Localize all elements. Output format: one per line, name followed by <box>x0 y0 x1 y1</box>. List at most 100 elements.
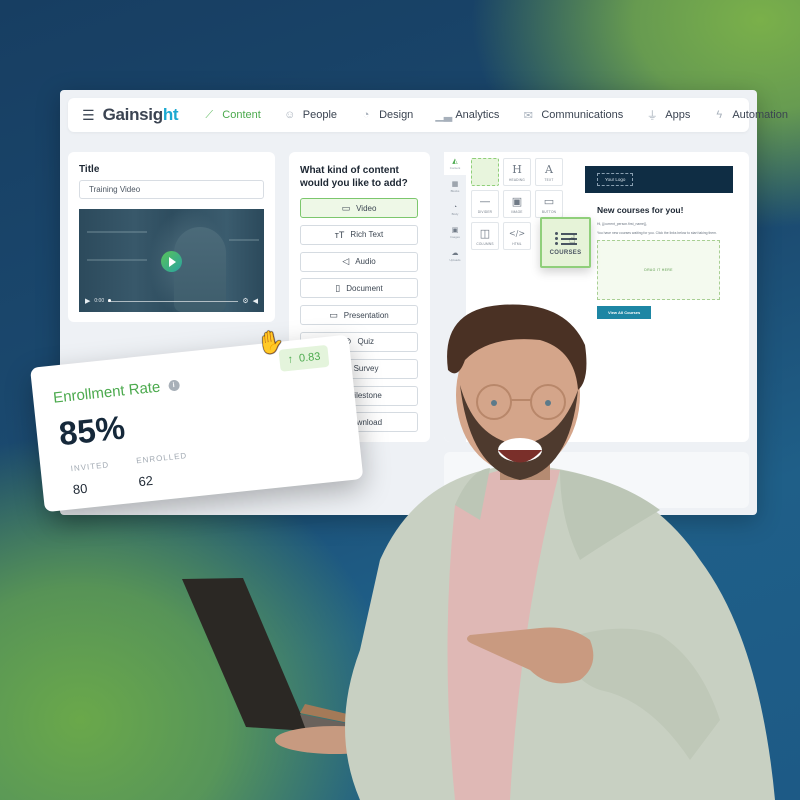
block-columns[interactable]: ◫ COLUMNS <box>471 222 499 250</box>
button-icon: ▭ <box>543 194 555 208</box>
block-label: IMAGE <box>511 209 523 214</box>
content-type-rich-text-button[interactable]: ᴛT Rich Text <box>300 224 418 245</box>
block-label: COLUMNS <box>476 241 494 246</box>
block-text[interactable]: A TEXT <box>535 158 563 186</box>
rail-item-blocks[interactable]: ▦ Blocks <box>444 175 466 198</box>
nav-item-label: Content <box>222 109 261 121</box>
volume-icon[interactable]: ◀ <box>253 297 258 305</box>
laptop-keyboard <box>300 704 455 745</box>
laptop-lid <box>182 578 308 731</box>
rail-item-body[interactable]: ◔ Body <box>444 198 466 221</box>
palette-icon: ◔ <box>362 109 370 121</box>
block-label: HTML <box>512 241 522 246</box>
stat-invited: INVITED 80 <box>70 460 112 497</box>
email-greeting: Hi, {{current_person.first_name}}, <box>597 222 648 226</box>
view-all-courses-button[interactable]: View All Courses <box>597 306 652 319</box>
cloud-upload-icon: ☁ <box>451 249 459 257</box>
nav-item-automation[interactable]: ϟ Automation <box>712 109 788 121</box>
nav-item-apps[interactable]: ⏚ Apps <box>645 107 691 123</box>
rail-item-content[interactable]: ◭ Content <box>444 152 466 175</box>
arrow-up-icon: ↑ <box>287 353 294 366</box>
enrollment-rate-value: 85% <box>57 408 127 453</box>
nav-item-label: Automation <box>732 109 788 121</box>
palette-icon: ◔ <box>452 203 458 211</box>
rail-item-uploads[interactable]: ☁ Uploads <box>444 244 466 267</box>
play-button[interactable] <box>161 251 182 272</box>
nav-item-analytics[interactable]: ▁▃ Analytics <box>435 109 499 122</box>
mail-icon: ✉ <box>523 109 533 122</box>
nav-item-design[interactable]: ◔ Design <box>359 109 414 121</box>
megaphone-icon: ◁ <box>342 256 350 267</box>
laptop-base <box>300 714 455 750</box>
builder-side-rail: ◭ Content ▦ Blocks ◔ Body ▣ Images ☁ Upl… <box>444 152 466 442</box>
trend-badge: ↑ 0.83 <box>278 344 330 372</box>
video-frame-shelf <box>87 231 147 233</box>
email-preview: Your Logo New courses for you! Hi, {{cur… <box>585 166 733 346</box>
block-heading[interactable]: H HEADING <box>503 158 531 186</box>
rail-item-label: Content <box>449 165 461 170</box>
email-header: Your Logo <box>585 166 733 193</box>
rail-item-images[interactable]: ▣ Images <box>444 221 466 244</box>
content-type-presentation-button[interactable]: ▭ Presentation <box>300 305 418 326</box>
content-type-video-button[interactable]: ▭ Video <box>300 198 418 218</box>
brand-logo-text: Gainsig <box>102 105 164 124</box>
video-icon: ▭ <box>341 202 351 213</box>
nav-item-content[interactable]: ⟋ Content <box>202 108 261 122</box>
presentation-icon: ▭ <box>329 309 338 320</box>
dragging-courses-block[interactable]: ☝ COURSES <box>540 217 591 268</box>
pointing-hand <box>466 627 594 684</box>
block-image[interactable]: ▣ IMAGE <box>503 190 531 218</box>
video-controls: ▶ 0:00 ⚙ ◀ <box>85 297 258 305</box>
email-logo-placeholder[interactable]: Your Logo <box>597 173 634 186</box>
rail-item-label: Images <box>450 234 460 239</box>
email-drop-zone[interactable]: DRAG IT HERE <box>597 240 720 300</box>
enrollment-title: Enrollment Rate i <box>52 377 180 407</box>
stat-value: 80 <box>72 480 89 498</box>
title-input[interactable] <box>79 180 264 199</box>
nav-item-people[interactable]: ☺ People <box>283 109 337 121</box>
arm <box>560 628 720 760</box>
nav-item-label: Design <box>379 109 414 121</box>
content-type-label: Presentation <box>343 310 389 320</box>
brand-logo-accent: ht <box>162 105 179 124</box>
info-icon[interactable]: i <box>167 379 180 392</box>
document-icon: ▯ <box>335 282 341 293</box>
rail-item-label: Uploads <box>449 257 461 262</box>
text-icon: A <box>545 162 553 176</box>
play-icon[interactable]: ▶ <box>85 297 90 305</box>
nav-item-communications[interactable]: ✉ Communications <box>521 109 624 122</box>
block-label: BUTTON <box>541 209 557 214</box>
block-html[interactable]: </> HTML <box>503 222 531 250</box>
magic-wand-icon: ⟋ <box>205 108 214 121</box>
block-label: TEXT <box>544 177 554 182</box>
video-player[interactable]: ▶ 0:00 ⚙ ◀ <box>79 209 264 312</box>
content-type-document-button[interactable]: ▯ Document <box>300 278 418 299</box>
brand-logo[interactable]: Gainsight <box>103 105 179 125</box>
content-type-audio-button[interactable]: ◁ Audio <box>300 251 418 272</box>
top-navbar: ☰ Gainsight ⟋ Content ☺ People ◔ Design … <box>68 98 788 132</box>
settings-gear-icon[interactable]: ⚙ <box>242 297 248 305</box>
email-body: New courses for you! Hi, {{current_perso… <box>585 193 733 319</box>
trend-value: 0.83 <box>298 350 322 365</box>
content-type-label: Quiz <box>357 337 374 347</box>
content-type-label: Rich Text <box>350 230 384 240</box>
content-type-label: Video <box>356 203 377 213</box>
stat-enrolled: ENROLLED 62 <box>136 451 190 489</box>
rail-item-label: Body <box>451 211 459 216</box>
block-label: HEADING <box>509 177 525 182</box>
columns-icon: ◫ <box>479 226 491 240</box>
stat-label: INVITED <box>70 460 110 474</box>
content-type-label: Survey <box>353 364 379 374</box>
hand <box>275 726 395 754</box>
email-title: New courses for you! <box>597 205 684 215</box>
t-shirt <box>447 468 560 800</box>
email-builder-panel: ◭ Content ▦ Blocks ◔ Body ▣ Images ☁ Upl… <box>444 152 749 442</box>
nav-item-label: People <box>302 109 338 121</box>
block-drop-placeholder[interactable] <box>471 158 499 186</box>
block-button[interactable]: ▭ BUTTON <box>535 190 563 218</box>
video-seekbar[interactable] <box>108 299 239 302</box>
hamburger-icon[interactable]: ☰ <box>82 107 95 124</box>
rail-item-label: Blocks <box>450 188 460 193</box>
pointer-hand-icon: ☝ <box>569 234 576 246</box>
block-divider[interactable]: — DIVIDER <box>471 190 499 218</box>
